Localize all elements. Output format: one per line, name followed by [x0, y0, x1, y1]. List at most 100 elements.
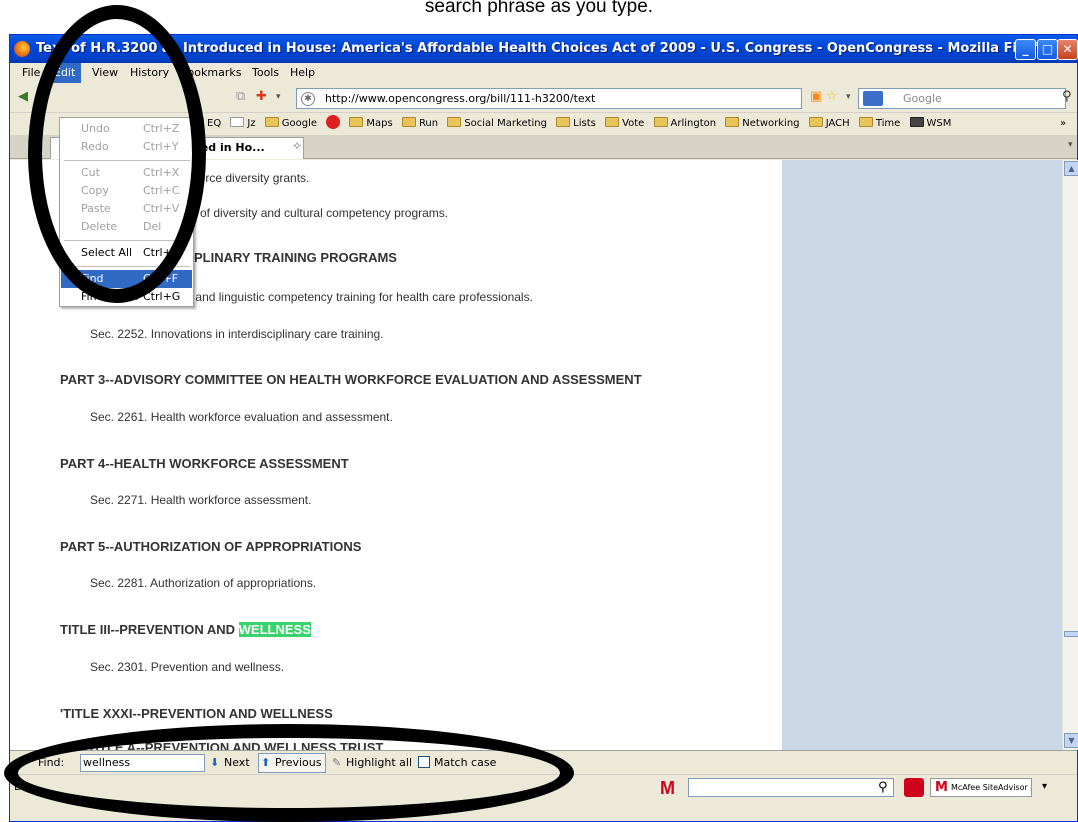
url-dropdown-icon[interactable]: ▾ [846, 92, 851, 102]
next-arrow-icon: ⬇ [210, 756, 220, 769]
mcafee-search-input[interactable] [688, 778, 894, 797]
menu-view[interactable]: View [86, 63, 124, 83]
bookmark-time[interactable]: Time [858, 113, 900, 135]
maximize-button[interactable]: □ [1037, 39, 1058, 60]
scroll-thumb[interactable] [1064, 631, 1078, 637]
menu-item-paste[interactable]: Paste Ctrl+V [61, 200, 192, 218]
find-bar: ✕ Find: wellness ⬇ Next ⬆ Previous ✎ High… [10, 750, 1077, 774]
bookmark-run[interactable]: Run [401, 113, 438, 135]
sec-2261: Sec. 2261. Health workforce evaluation a… [90, 410, 393, 424]
folder-icon [725, 117, 740, 127]
previous-arrow-icon: ⬆ [261, 756, 271, 769]
new-tab-icon[interactable]: ✧ [292, 139, 302, 153]
search-go-icon[interactable]: ⚲ [1062, 89, 1072, 104]
find-input[interactable]: wellness [80, 754, 205, 772]
addon-icon[interactable]: ✚ [256, 89, 267, 104]
find-close-icon[interactable]: ✕ [18, 751, 27, 775]
title-bar: Text of H.R.3200 as Introduced in House:… [10, 35, 1078, 63]
navigation-toolbar: ◀ ⧉ ✚ ▾ ✱ http://www.opencongress.org/bi… [10, 83, 1077, 113]
bookmark-jz[interactable]: Jz [230, 113, 256, 135]
folder-icon [349, 117, 364, 127]
status-bar: Do M ⚲ M McAfee SiteAdvisor ▾ [10, 774, 1077, 800]
menu-file[interactable]: File [16, 63, 46, 83]
mcafee-search-icon[interactable]: ⚲ [878, 776, 888, 800]
match-case-checkbox[interactable]: Match case [418, 751, 496, 775]
find-next-button[interactable]: Next [224, 751, 250, 775]
wsm-icon [909, 117, 924, 127]
sec-2301: Sec. 2301. Prevention and wellness. [90, 660, 285, 674]
mcafee-security-icon[interactable] [904, 778, 924, 797]
scroll-up-arrow[interactable]: ▲ [1064, 161, 1078, 176]
menu-item-cut[interactable]: Cut Ctrl+X [61, 164, 192, 182]
bookmark-red-dot[interactable] [326, 113, 341, 135]
heading-title-3: TITLE III--PREVENTION AND WELLNESS [60, 622, 311, 637]
menu-item-redo[interactable]: Redo Ctrl+Y [61, 138, 192, 156]
google-engine-icon[interactable] [863, 91, 883, 106]
folder-icon [605, 117, 620, 127]
mcafee-logo: M [660, 778, 675, 798]
minimize-button[interactable]: _ [1015, 39, 1036, 60]
bookmark-vote[interactable]: Vote [605, 113, 644, 135]
menu-edit[interactable]: Edit [48, 63, 82, 83]
heading-training-programs: PLINARY TRAINING PROGRAMS [194, 250, 397, 265]
search-highlight: WELLNESS [238, 622, 311, 637]
heading-part-3: PART 3--ADVISORY COMMITTEE ON HEALTH WOR… [60, 372, 642, 387]
menu-bar: File Edit View History Bookmarks Tools H… [10, 63, 1077, 83]
page-icon [230, 117, 245, 127]
star-icon[interactable]: ☆ [826, 89, 838, 104]
caption: search phrase as you type. [0, 0, 1078, 30]
bookmark-networking[interactable]: Networking [725, 113, 800, 135]
url-bar[interactable]: ✱ http://www.opencongress.org/bill/111-h… [296, 88, 802, 109]
menu-item-delete[interactable]: Delete Del [61, 218, 192, 236]
bookmark-google[interactable]: Google [264, 113, 317, 135]
back-icon[interactable]: ◀ [18, 89, 28, 104]
bookmark-maps[interactable]: Maps [349, 113, 393, 135]
sec-2271: Sec. 2271. Health workforce assessment. [90, 493, 312, 507]
highlight-all-button[interactable]: Highlight all [346, 751, 412, 775]
firefox-icon [14, 41, 30, 57]
close-button[interactable]: ✕ [1057, 39, 1078, 60]
menu-separator [64, 160, 190, 161]
menu-tools[interactable]: Tools [246, 63, 285, 83]
siteadvisor-logo-icon: M [935, 780, 948, 795]
folder-icon [401, 117, 416, 127]
search-box[interactable]: Google [858, 88, 1066, 109]
firefox-window: Text of H.R.3200 as Introduced in House:… [9, 34, 1078, 822]
folder-icon [858, 117, 873, 127]
sec-2252: Sec. 2252. Innovations in interdisciplin… [90, 327, 384, 341]
bookmarks-overflow-icon[interactable]: » [1060, 113, 1066, 135]
dropdown-icon[interactable]: ▾ [276, 92, 281, 102]
url-text: http://www.opencongress.org/bill/111-h32… [325, 92, 596, 105]
menu-item-copy[interactable]: Copy Ctrl+C [61, 182, 192, 200]
copy-icon[interactable]: ⧉ [236, 89, 245, 104]
menu-history[interactable]: History [124, 63, 175, 83]
find-label: Find: [38, 756, 65, 769]
tab-loading-icon: ✱ [30, 139, 41, 153]
menu-item-undo[interactable]: Undo Ctrl+Z [61, 120, 192, 138]
folder-icon [556, 117, 571, 127]
tab-list-icon[interactable]: ▾ [1068, 140, 1073, 150]
checkbox-box[interactable] [418, 756, 430, 768]
siteadvisor-dropdown-icon[interactable]: ▾ [1042, 775, 1047, 799]
menu-bookmarks[interactable]: Bookmarks [174, 63, 247, 83]
menu-help[interactable]: Help [284, 63, 321, 83]
heading-subtitle-a: SUBTITLE A--PREVENTION AND WELLNESS TRUS… [60, 740, 384, 750]
bookmark-wsm[interactable]: WSM [909, 113, 951, 135]
bookmark-arlington[interactable]: Arlington [653, 113, 716, 135]
rss-icon[interactable]: ▣ [810, 89, 822, 104]
heading-part-5: PART 5--AUTHORIZATION OF APPROPRIATIONS [60, 539, 362, 554]
bookmark-lists[interactable]: Lists [556, 113, 596, 135]
scroll-down-arrow[interactable]: ▼ [1064, 733, 1078, 748]
siteadvisor-button[interactable]: M McAfee SiteAdvisor [930, 778, 1032, 797]
red-dot-icon [326, 115, 341, 129]
bookmark-jach[interactable]: JACH [808, 113, 850, 135]
menu-item-find-again[interactable]: Find Again Ctrl+G [61, 288, 192, 306]
vertical-scrollbar[interactable]: ▲ ▼ [1062, 160, 1078, 750]
bookmark-social-marketing[interactable]: Social Marketing [447, 113, 547, 135]
menu-item-find[interactable]: Find Ctrl+F [61, 270, 192, 288]
menu-item-select-all[interactable]: Select All Ctrl+A [61, 244, 192, 262]
edit-menu: Undo Ctrl+Z Redo Ctrl+Y Cut Ctrl+X Copy Ctrl… [59, 117, 194, 307]
site-identity-icon[interactable]: ✱ [301, 92, 315, 106]
find-previous-button[interactable]: ⬆ Previous [258, 753, 326, 773]
bookmark-eq[interactable]: EQ [190, 113, 221, 135]
